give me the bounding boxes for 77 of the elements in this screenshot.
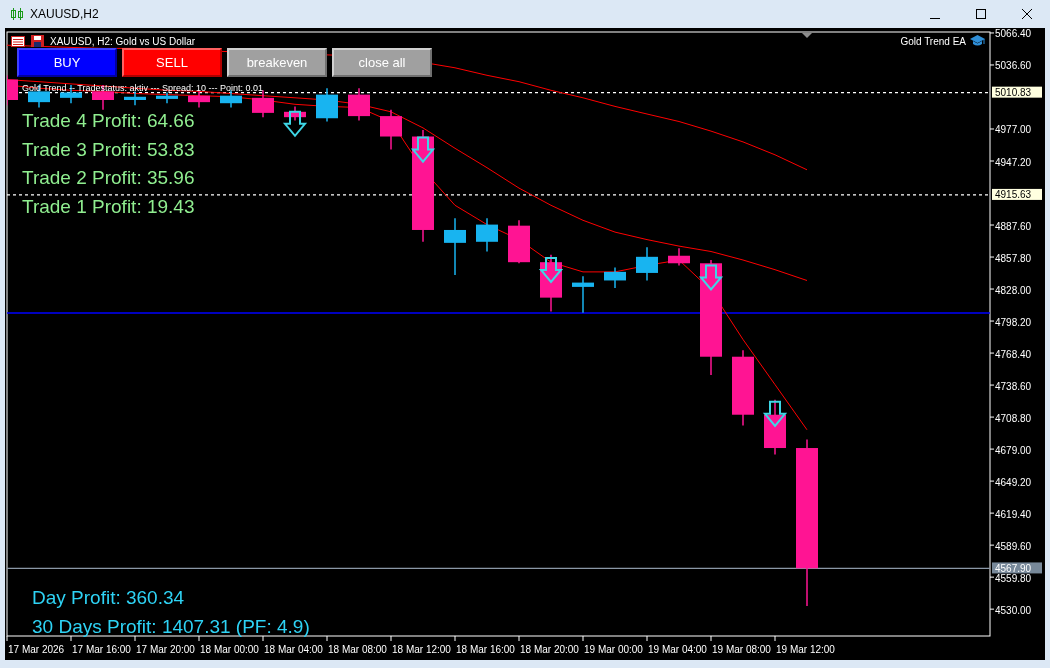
trade-profit-text: Trade 1 Profit: 19.43 <box>22 194 195 219</box>
trade-button[interactable]: BUY <box>17 48 117 77</box>
down-arrow-icon <box>762 400 788 428</box>
window-title: XAUUSD,H2 <box>30 7 99 21</box>
axis-tick-label: 4589.60 <box>995 540 1032 552</box>
expert-name: Gold Trend EA <box>900 35 966 47</box>
trade-profit-text: Trade 4 Profit: 64.66 <box>22 109 195 133</box>
axis-tick-label: 4619.40 <box>995 508 1032 520</box>
axis-tick-label: 4828.00 <box>995 284 1032 296</box>
axis-tick-label: 5036.60 <box>995 60 1032 72</box>
candlestick <box>572 275 594 314</box>
trade-button[interactable]: SELL <box>122 48 222 77</box>
candlestick <box>604 266 626 289</box>
price-label: 5010.83 <box>992 86 1042 99</box>
price-label: 4915.63 <box>992 188 1042 201</box>
trade-profit-text: Trade 3 Profit: 53.83 <box>22 137 195 162</box>
axis-tick-label: 4738.60 <box>995 380 1032 392</box>
down-arrow-icon <box>538 256 564 284</box>
shift-marker-icon <box>802 33 812 38</box>
axis-tick-label: 19 Mar 04:00 <box>648 644 707 655</box>
trade-button[interactable]: close all <box>332 48 432 77</box>
candlestick <box>124 90 146 107</box>
floppy-icon <box>31 35 44 47</box>
axis-tick-label: 4559.80 <box>995 572 1032 584</box>
candlestick <box>348 87 370 122</box>
chart-header: XAUUSD, H2: Gold vs US Dollar <box>50 35 196 47</box>
candlestick-icon <box>10 7 24 21</box>
axis-tick-label: 4768.40 <box>995 348 1032 360</box>
graduation-cap-icon <box>970 35 985 47</box>
axis-tick-label: 19 Mar 12:00 <box>776 644 835 655</box>
candlestick <box>7 74 18 107</box>
maximize-icon <box>976 9 986 19</box>
candlestick <box>540 253 562 313</box>
candlestick <box>476 217 498 253</box>
axis-tick-label: 4887.60 <box>995 220 1032 232</box>
down-arrow-icon <box>410 136 436 164</box>
close-icon <box>1022 9 1032 19</box>
axis-tick-label: 18 Mar 20:00 <box>520 644 579 655</box>
profit-summary-text: Day Profit: 360.34 <box>32 586 186 610</box>
axis-tick-label: 19 Mar 08:00 <box>712 644 771 655</box>
axis-tick-label: 18 Mar 16:00 <box>456 644 515 655</box>
minimize-icon <box>930 18 940 19</box>
trade-button[interactable]: breakeven <box>227 48 327 77</box>
candlestick <box>252 89 274 118</box>
axis-tick-label: 4649.20 <box>995 476 1032 488</box>
axis-tick-label: 19 Mar 00:00 <box>584 644 643 655</box>
candlestick <box>220 89 242 109</box>
axis-tick-label: 17 Mar 16:00 <box>72 644 131 655</box>
axis-tick-label: 18 Mar 04:00 <box>264 644 323 655</box>
candlestick <box>156 91 178 104</box>
axis-tick-label: 17 Mar 20:00 <box>136 644 195 655</box>
axis-tick-label: 18 Mar 00:00 <box>200 644 259 655</box>
axis-tick-label: 4798.20 <box>995 316 1032 328</box>
axis-tick-label: 4857.80 <box>995 252 1032 264</box>
list-icon <box>11 35 25 47</box>
axis-tick-label: 4977.00 <box>995 124 1032 136</box>
axis-tick-label: 5066.40 <box>995 28 1032 40</box>
axis-tick-label: 17 Mar 2026 <box>8 644 65 655</box>
candlestick <box>380 108 402 151</box>
price-label: 4567.90 <box>992 562 1042 574</box>
down-arrow-icon <box>282 110 308 138</box>
axis-tick-label: 4530.00 <box>995 604 1032 616</box>
axis-tick-label: 4947.20 <box>995 156 1032 168</box>
candlestick <box>284 105 306 122</box>
candlestick <box>636 246 658 282</box>
trade-profit-text: Trade 2 Profit: 35.96 <box>22 166 195 190</box>
axis-tick-label: 18 Mar 12:00 <box>392 644 451 655</box>
candlestick <box>668 247 690 267</box>
profit-summary-text: 30 Days Profit: 1407.31 (PF: 4.9) <box>32 615 310 639</box>
axis-tick-label: 4679.00 <box>995 444 1032 456</box>
axis-tick-label: 18 Mar 08:00 <box>328 644 387 655</box>
candlestick <box>508 219 530 264</box>
candlestick <box>316 87 338 123</box>
axis-tick-label: 4708.80 <box>995 412 1032 424</box>
candlestick <box>764 398 786 456</box>
down-arrow-icon <box>698 264 724 291</box>
candlestick <box>444 217 466 276</box>
